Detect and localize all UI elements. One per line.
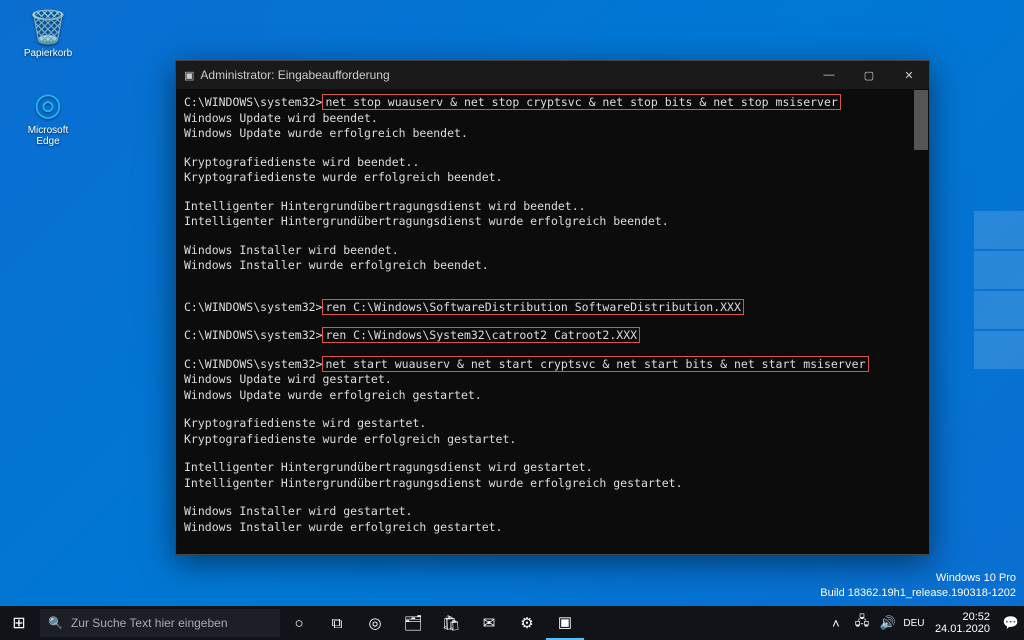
desktop-icon-recycle-bin[interactable]: 🗑️ Papierkorb <box>18 8 78 59</box>
output-line: Kryptografiedienste wird gestartet. <box>184 416 921 432</box>
maximize-button[interactable]: ▢ <box>849 61 889 89</box>
taskbar-app-settings[interactable]: ⚙ <box>508 606 546 640</box>
windows-watermark: Windows 10 Pro Build 18362.19h1_release.… <box>820 571 1016 600</box>
taskbar-app-cmd[interactable]: ▣ <box>546 606 584 640</box>
task-view-button[interactable]: ⧉ <box>318 606 356 640</box>
highlighted-command-3: ren C:\Windows\System32\catroot2 Catroot… <box>322 327 640 343</box>
output-line: Intelligenter Hintergrundübertragungsdie… <box>184 460 921 476</box>
search-box[interactable]: 🔍 Zur Suche Text hier eingeben <box>40 609 280 637</box>
edge-label: Microsoft Edge <box>28 125 69 147</box>
output-line: Kryptografiedienste wurde erfolgreich ge… <box>184 432 921 448</box>
output-line: Kryptografiedienste wurde erfolgreich be… <box>184 170 921 186</box>
recycle-bin-label: Papierkorb <box>24 48 72 59</box>
tray-volume-icon[interactable]: 🔊 <box>875 606 901 640</box>
edge-icon: ◎ <box>18 85 78 123</box>
highlighted-command-2: ren C:\Windows\SoftwareDistribution Soft… <box>322 299 743 315</box>
output-line: Windows Update wurde erfolgreich gestart… <box>184 388 921 404</box>
output-line: Kryptografiedienste wird beendet.. <box>184 155 921 171</box>
taskbar-app-explorer[interactable]: 🗂 <box>394 606 432 640</box>
start-button[interactable]: ⊞ <box>0 606 38 640</box>
output-line: Intelligenter Hintergrundübertragungsdie… <box>184 476 921 492</box>
cmd-window: ▣ Administrator: Eingabeaufforderung — ▢… <box>175 60 930 555</box>
tray-notifications-icon[interactable]: 💬 <box>998 606 1024 640</box>
prompt: C:\WINDOWS\system32> <box>184 328 322 342</box>
terminal-output[interactable]: C:\WINDOWS\system32>net stop wuauserv & … <box>176 89 929 554</box>
output-line: Windows Update wurde erfolgreich beendet… <box>184 126 921 142</box>
recycle-bin-icon: 🗑️ <box>18 8 78 46</box>
taskbar-app-mail[interactable]: ✉ <box>470 606 508 640</box>
highlighted-command-4: net start wuauserv & net start cryptsvc … <box>322 356 868 372</box>
prompt: C:\WINDOWS\system32> <box>184 300 322 314</box>
tray-clock[interactable]: 20:52 24.01.2020 <box>927 611 998 635</box>
desktop-icon-edge[interactable]: ◎ Microsoft Edge <box>18 85 78 147</box>
output-line: Windows Installer wird beendet. <box>184 243 921 259</box>
taskbar-app-store[interactable]: 🛍 <box>432 606 470 640</box>
output-line: Windows Update wird gestartet. <box>184 372 921 388</box>
output-line: Windows Installer wurde erfolgreich gest… <box>184 520 921 536</box>
cmd-titlebar[interactable]: ▣ Administrator: Eingabeaufforderung — ▢… <box>176 61 929 89</box>
taskbar: ⊞ 🔍 Zur Suche Text hier eingeben ○ ⧉ ◎ 🗂… <box>0 606 1024 640</box>
output-line: Windows Installer wurde erfolgreich been… <box>184 258 921 274</box>
prompt: C:\WINDOWS\system32> <box>184 95 322 109</box>
cmd-icon: ▣ <box>184 69 194 82</box>
output-line: Intelligenter Hintergrundübertragungsdie… <box>184 214 921 230</box>
output-line: Windows Installer wird gestartet. <box>184 504 921 520</box>
minimize-button[interactable]: — <box>809 61 849 89</box>
highlighted-command-1: net stop wuauserv & net stop cryptsvc & … <box>322 94 840 110</box>
search-icon: 🔍 <box>48 616 63 630</box>
close-button[interactable]: ✕ <box>889 61 929 89</box>
taskbar-app-edge[interactable]: ◎ <box>356 606 394 640</box>
cmd-title: Administrator: Eingabeaufforderung <box>200 68 389 82</box>
tray-network-icon[interactable]: 🖧 <box>849 606 875 640</box>
tray-language-icon[interactable]: DEU <box>901 606 927 640</box>
output-line: Intelligenter Hintergrundübertragungsdie… <box>184 199 921 215</box>
scrollbar-thumb[interactable] <box>914 90 928 150</box>
output-line: Windows Update wird beendet. <box>184 111 921 127</box>
cortana-button[interactable]: ○ <box>280 606 318 640</box>
desktop-accent <box>974 210 1024 370</box>
search-placeholder: Zur Suche Text hier eingeben <box>71 616 228 630</box>
tray-overflow-icon[interactable]: ˄ <box>823 606 849 640</box>
prompt: C:\WINDOWS\system32> <box>184 357 322 371</box>
